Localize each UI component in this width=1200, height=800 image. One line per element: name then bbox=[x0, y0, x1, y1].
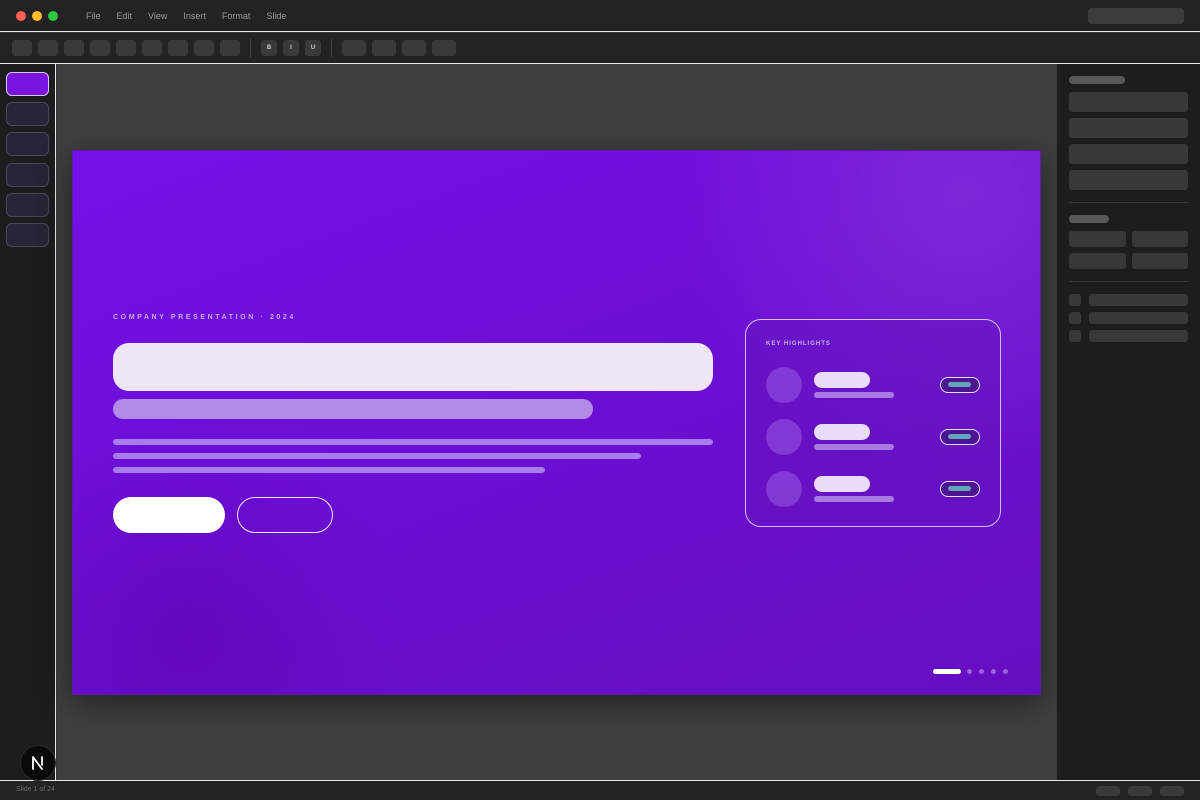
body-text-line bbox=[113, 467, 545, 473]
page-dot[interactable] bbox=[967, 669, 972, 674]
property-field[interactable] bbox=[1069, 118, 1188, 138]
close-window-button[interactable] bbox=[16, 11, 26, 21]
toolbar-divider bbox=[250, 39, 251, 57]
property-checkbox[interactable] bbox=[1069, 294, 1081, 306]
highlight-item bbox=[766, 367, 982, 403]
search-input[interactable] bbox=[1088, 8, 1184, 24]
slide-eyebrow: COMPANY PRESENTATION · 2024 bbox=[113, 314, 296, 321]
menu-edit[interactable]: Edit bbox=[117, 11, 133, 21]
toolbar-button[interactable] bbox=[90, 40, 110, 56]
status-button[interactable] bbox=[1096, 786, 1120, 796]
toolbar-button[interactable] bbox=[342, 40, 366, 56]
toolbar-button[interactable] bbox=[372, 40, 396, 56]
property-row[interactable] bbox=[1089, 312, 1188, 324]
body-text-line bbox=[113, 439, 713, 445]
slide-thumbnail[interactable] bbox=[6, 223, 49, 247]
slide-thumbnail[interactable] bbox=[6, 72, 49, 96]
highlight-title bbox=[814, 372, 870, 388]
property-field[interactable] bbox=[1069, 92, 1188, 112]
underline-button[interactable]: U bbox=[305, 40, 321, 56]
badge-fill bbox=[948, 486, 971, 491]
menu-bar: File Edit View Insert Format Slide bbox=[86, 11, 286, 21]
highlight-subtitle bbox=[814, 444, 894, 450]
slide-position-text: Slide 1 of 24 bbox=[16, 786, 55, 793]
property-field[interactable] bbox=[1132, 231, 1188, 247]
slide-title-placeholder[interactable] bbox=[113, 343, 713, 391]
toolbar-button[interactable] bbox=[12, 40, 32, 56]
secondary-cta-button[interactable] bbox=[237, 497, 333, 533]
property-field[interactable] bbox=[1069, 231, 1126, 247]
highlight-badge[interactable] bbox=[940, 481, 980, 497]
highlight-title bbox=[814, 476, 870, 492]
property-field[interactable] bbox=[1069, 144, 1188, 164]
toolbar-button[interactable] bbox=[38, 40, 58, 56]
title-bar: File Edit View Insert Format Slide bbox=[0, 0, 1200, 32]
page-dot-active[interactable] bbox=[933, 669, 961, 674]
status-button[interactable] bbox=[1128, 786, 1152, 796]
toolbar-divider bbox=[331, 39, 332, 57]
menu-file[interactable]: File bbox=[86, 11, 101, 21]
toolbar-button[interactable] bbox=[168, 40, 188, 56]
slide-thumbnail[interactable] bbox=[6, 102, 49, 126]
property-checkbox[interactable] bbox=[1069, 312, 1081, 324]
toolbar-button[interactable] bbox=[220, 40, 240, 56]
highlight-title bbox=[814, 424, 870, 440]
toolbar-button[interactable] bbox=[402, 40, 426, 56]
property-field[interactable] bbox=[1132, 253, 1188, 269]
app-logo-icon[interactable] bbox=[20, 745, 56, 781]
properties-panel bbox=[1057, 64, 1200, 780]
menu-insert[interactable]: Insert bbox=[183, 11, 206, 21]
status-button[interactable] bbox=[1160, 786, 1184, 796]
card-title: KEY HIGHLIGHTS bbox=[766, 341, 831, 347]
highlight-item bbox=[766, 471, 982, 507]
logo-n-icon bbox=[32, 756, 43, 770]
highlight-avatar bbox=[766, 471, 802, 507]
property-row[interactable] bbox=[1089, 330, 1188, 342]
slide[interactable]: COMPANY PRESENTATION · 2024 KEY HIGHLIGH… bbox=[72, 150, 1041, 695]
highlight-badge[interactable] bbox=[940, 429, 980, 445]
highlight-avatar bbox=[766, 419, 802, 455]
property-field[interactable] bbox=[1069, 170, 1188, 190]
body-text-line bbox=[113, 453, 641, 459]
highlight-subtitle bbox=[814, 392, 894, 398]
menu-slide[interactable]: Slide bbox=[266, 11, 286, 21]
toolbar-button[interactable] bbox=[142, 40, 162, 56]
slide-thumbnail-panel bbox=[0, 64, 56, 780]
maximize-window-button[interactable] bbox=[48, 11, 58, 21]
minimize-window-button[interactable] bbox=[32, 11, 42, 21]
page-dot[interactable] bbox=[1003, 669, 1008, 674]
property-field[interactable] bbox=[1069, 253, 1126, 269]
highlight-subtitle bbox=[814, 496, 894, 502]
panel-divider bbox=[1069, 281, 1188, 282]
key-highlights-card: KEY HIGHLIGHTS bbox=[745, 319, 1001, 527]
highlight-item bbox=[766, 419, 982, 455]
bold-button[interactable]: B bbox=[261, 40, 277, 56]
section-label bbox=[1069, 76, 1125, 84]
menu-format[interactable]: Format bbox=[222, 11, 251, 21]
page-dot[interactable] bbox=[991, 669, 996, 674]
toolbar-button[interactable] bbox=[64, 40, 84, 56]
page-dot[interactable] bbox=[979, 669, 984, 674]
highlight-avatar bbox=[766, 367, 802, 403]
property-checkbox[interactable] bbox=[1069, 330, 1081, 342]
property-row[interactable] bbox=[1089, 294, 1188, 306]
slide-thumbnail[interactable] bbox=[6, 163, 49, 187]
slide-thumbnail[interactable] bbox=[6, 132, 49, 156]
badge-fill bbox=[948, 434, 971, 439]
toolbar-button[interactable] bbox=[194, 40, 214, 56]
badge-fill bbox=[948, 382, 971, 387]
panel-divider bbox=[1069, 202, 1188, 203]
toolbar-button[interactable] bbox=[116, 40, 136, 56]
toolbar: B I U bbox=[0, 33, 1200, 64]
highlight-badge[interactable] bbox=[940, 377, 980, 393]
slide-thumbnail[interactable] bbox=[6, 193, 49, 217]
section-label bbox=[1069, 215, 1109, 223]
toolbar-button[interactable] bbox=[432, 40, 456, 56]
status-bar: Slide 1 of 24 bbox=[0, 780, 1200, 800]
slide-subtitle-placeholder[interactable] bbox=[113, 399, 593, 419]
menu-view[interactable]: View bbox=[148, 11, 167, 21]
primary-cta-button[interactable] bbox=[113, 497, 225, 533]
italic-button[interactable]: I bbox=[283, 40, 299, 56]
